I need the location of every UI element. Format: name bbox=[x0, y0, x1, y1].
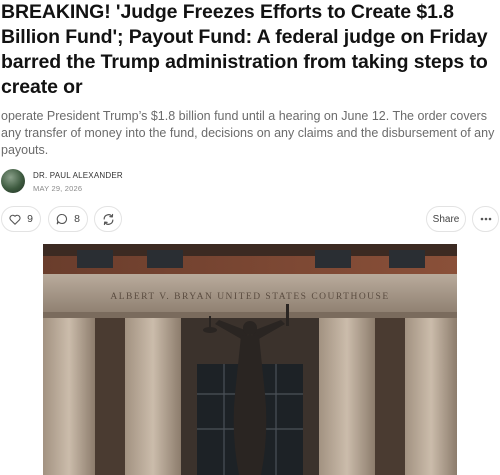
byline: DR. PAUL ALEXANDER MAY 29, 2026 bbox=[0, 166, 300, 196]
more-options-button[interactable] bbox=[472, 206, 499, 232]
share-button[interactable]: Share bbox=[426, 206, 466, 232]
comment-button[interactable]: 8 bbox=[48, 206, 88, 232]
like-button[interactable]: 9 bbox=[1, 206, 41, 232]
article-hero-image[interactable]: ALBERT V. BRYAN UNITED STATES COURTHOUSE bbox=[43, 244, 457, 475]
article-headline: BREAKING! 'Judge Freezes Efforts to Crea… bbox=[1, 1, 488, 98]
author-avatar[interactable] bbox=[1, 169, 25, 193]
post-date: MAY 29, 2026 bbox=[33, 184, 83, 193]
like-count: 9 bbox=[27, 213, 33, 225]
restack-icon bbox=[103, 213, 113, 225]
restack-button[interactable] bbox=[94, 206, 122, 232]
comment-count: 8 bbox=[74, 213, 80, 225]
courthouse-inscription: ALBERT V. BRYAN UNITED STATES COURTHOUSE bbox=[110, 292, 389, 302]
comment-bubble-icon bbox=[56, 213, 68, 225]
courthouse-photo: ALBERT V. BRYAN UNITED STATES COURTHOUSE bbox=[43, 244, 457, 475]
author-name[interactable]: DR. PAUL ALEXANDER bbox=[33, 171, 123, 180]
share-label: Share bbox=[432, 213, 460, 225]
article-subtitle: operate President Trump’s $1.8 billion f… bbox=[1, 109, 495, 157]
more-dots-icon bbox=[480, 217, 491, 221]
heart-icon bbox=[9, 214, 21, 225]
